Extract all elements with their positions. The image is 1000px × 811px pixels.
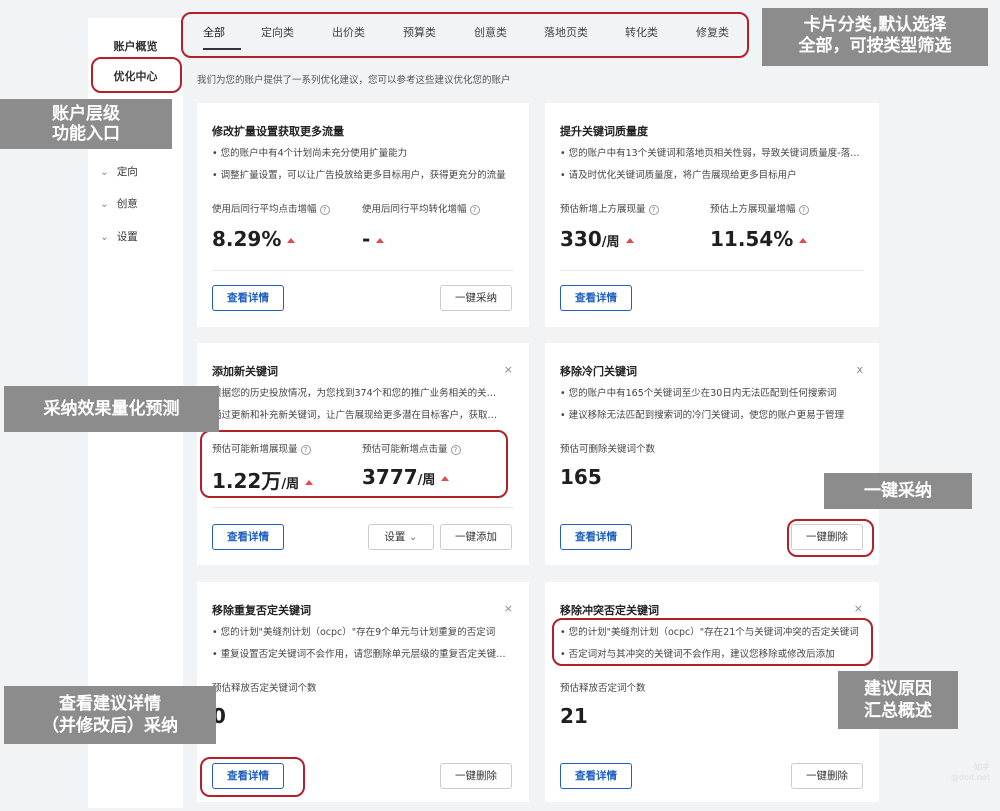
annotation-tabs: 卡片分类,默认选择 全部，可按类型筛选 (762, 8, 988, 66)
sidebar-item-account-overview[interactable]: 账户概览 (88, 38, 183, 54)
metric-value: 21 (560, 704, 588, 728)
card-bullet: 根据您的历史投放情况，为您找到374个和您的推广业务相关的关… (212, 388, 497, 399)
card-bullet: 通过更新和补充新关键词，让广告展现给更多潜在目标客户，获取… (212, 410, 498, 421)
view-details-button[interactable]: 查看详情 (212, 524, 284, 550)
card-title: 移除冲突否定关键词 (560, 604, 659, 617)
suggestion-card-expand-traffic: 修改扩量设置获取更多流量 • 您的账户中有4个计划尚未充分使用扩量能力 • 调整… (197, 103, 529, 327)
one-click-adopt-button[interactable]: 一键采纳 (440, 285, 512, 311)
annotation-reason: 建议原因 汇总概述 (838, 671, 958, 729)
sidebar-item-label: 定向 (116, 166, 138, 178)
card-title: 移除冷门关键词 (560, 365, 637, 378)
highlight-tabs (181, 12, 749, 58)
annotation-detail: 查看建议详情 （并修改后）采纳 (4, 686, 216, 744)
card-bullet: • 请及时优化关键词质量度，将广告展现给更多目标用户 (560, 170, 797, 181)
chevron-down-icon: ⌄ (408, 531, 418, 543)
watermark: 知乎 @doit.net (950, 763, 990, 782)
metric-label: 使用后同行平均转化增幅? (362, 201, 480, 215)
trend-up-icon (376, 238, 385, 243)
highlight-optimization-center (91, 57, 182, 93)
sidebar-item-targeting[interactable]: ⌄ 定向 (100, 164, 138, 179)
divider (560, 270, 864, 271)
metric-label: 使用后同行平均点击增幅? (212, 201, 330, 215)
card-bullet: • 您的账户中有13个关键词和落地页相关性弱，导致关键词质量度-落… (560, 148, 860, 159)
highlight-one-click-delete (787, 519, 874, 557)
metric-label: 预估新增上方展现量? (560, 201, 659, 215)
highlight-forecast-metrics (200, 430, 508, 498)
sidebar-item-settings[interactable]: ⌄ 设置 (100, 229, 138, 244)
chevron-down-icon: ⌄ (100, 166, 109, 178)
suggestion-card-remove-conflict-negatives: 移除冲突否定关键词 × • 您的计划"美缝剂计划（ocpc）"存在21个与关键词… (545, 582, 879, 802)
annotation-entry: 账户层级 功能入口 (0, 99, 172, 149)
card-title: 提升关键词质量度 (560, 125, 648, 138)
metric-value: 11.54% (710, 227, 808, 251)
card-bullet: • 建议移除无法匹配到搜索词的冷门关键词，使您的账户更易于管理 (560, 410, 845, 421)
view-details-button[interactable]: 查看详情 (212, 285, 284, 311)
chevron-down-icon: ⌄ (100, 198, 109, 210)
metric-value: - (362, 227, 385, 251)
metric-label: 预估上方展现量增幅? (710, 201, 809, 215)
card-title: 添加新关键词 (212, 365, 278, 378)
sidebar-item-creative[interactable]: ⌄ 创意 (100, 196, 138, 211)
trend-up-icon (625, 238, 634, 243)
divider (212, 270, 514, 271)
view-details-button[interactable]: 查看详情 (560, 763, 632, 789)
metric-value: 165 (560, 465, 602, 489)
metric-label: 预估释放否定词个数 (560, 683, 646, 694)
trend-up-icon (287, 238, 296, 243)
one-click-delete-button[interactable]: 一键删除 (791, 763, 863, 789)
close-icon[interactable]: × (504, 363, 513, 376)
metric-label: 预估释放否定关键词个数 (212, 683, 317, 694)
highlight-reason-bullets (552, 618, 873, 666)
view-details-button[interactable]: 查看详情 (560, 524, 632, 550)
help-icon: ? (319, 205, 330, 215)
card-title: 修改扩量设置获取更多流量 (212, 125, 344, 138)
card-bullet: • 您的账户中有4个计划尚未充分使用扩量能力 (212, 148, 408, 159)
close-icon[interactable]: x (856, 363, 863, 376)
close-icon[interactable]: × (504, 602, 513, 615)
help-icon: ? (648, 205, 659, 215)
annotation-adopt: 一键采纳 (824, 473, 972, 509)
view-details-button[interactable]: 查看详情 (560, 285, 632, 311)
sidebar-item-label: 设置 (116, 231, 138, 243)
card-bullet: • 您的计划"美缝剂计划（ocpc）"存在9个单元与计划重复的否定词 (212, 627, 496, 638)
intro-text: 我们为您的账户提供了一系列优化建议，您可以参考这些建议优化您的账户 (197, 75, 511, 86)
settings-dropdown[interactable]: 设置 ⌄ (368, 524, 434, 550)
card-title: 移除重复否定关键词 (212, 604, 311, 617)
metric-value: 8.29% (212, 227, 296, 251)
help-icon: ? (469, 205, 480, 215)
close-icon[interactable]: × (854, 602, 863, 615)
sidebar-item-label: 创意 (116, 198, 138, 210)
card-bullet: • 调整扩量设置，可以让广告投放给更多目标用户，获得更充分的流量 (212, 170, 506, 181)
highlight-view-details (200, 757, 305, 797)
trend-up-icon (799, 238, 808, 243)
one-click-add-button[interactable]: 一键添加 (440, 524, 512, 550)
one-click-delete-button[interactable]: 一键删除 (440, 763, 512, 789)
metric-label: 预估可删除关键词个数 (560, 444, 656, 455)
suggestion-card-keyword-quality: 提升关键词质量度 • 您的账户中有13个关键词和落地页相关性弱，导致关键词质量度… (545, 103, 879, 327)
card-bullet: • 您的账户中有165个关键词至少在30日内无法匹配到任何搜索词 (560, 388, 837, 399)
metric-value: 330/周 (560, 227, 634, 251)
divider (212, 507, 514, 508)
annotation-forecast: 采纳效果量化预测 (4, 386, 219, 432)
card-bullet: • 重复设置否定关键词不会作用，请您删除单元层级的重复否定关键… (212, 649, 506, 660)
chevron-down-icon: ⌄ (100, 231, 109, 243)
help-icon: ? (798, 205, 809, 215)
